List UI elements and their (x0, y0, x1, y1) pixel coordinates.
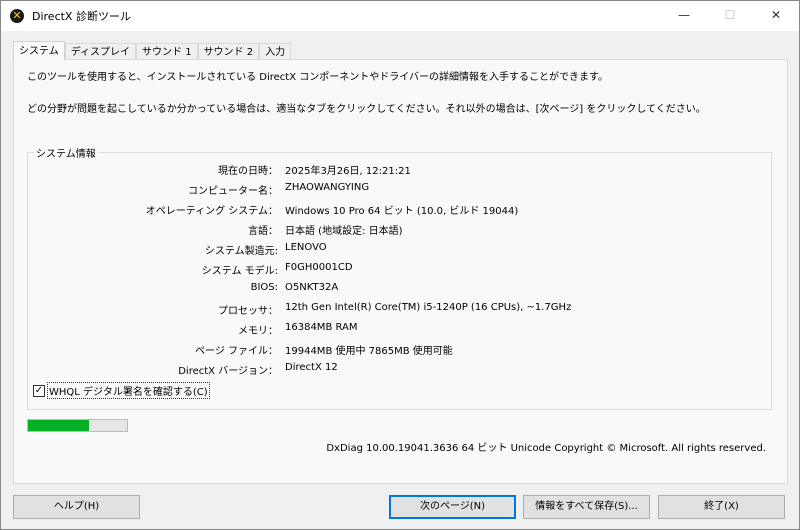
info-row: 言語： 日本語 (地域設定: 日本語) (28, 222, 773, 238)
info-label: DirectX バージョン： (178, 366, 278, 377)
info-value: F0GH0001CD (285, 262, 353, 273)
info-row: プロセッサ： 12th Gen Intel(R) Core(TM) i5-1240… (28, 302, 773, 318)
info-label: オペレーティング システム： (145, 206, 278, 217)
intro-text-1: このツールを使用すると、インストールされている DirectX コンポーネントや… (27, 72, 609, 83)
tab-display[interactable]: ディスプレイ (64, 43, 137, 60)
info-label: システム モデル: (201, 266, 278, 277)
info-label: BIOS: (250, 282, 278, 293)
tab-sound-1[interactable]: サウンド 1 (136, 43, 198, 60)
close-button[interactable]: ✕ (753, 1, 799, 31)
info-label: プロセッサ： (218, 306, 278, 317)
info-row: ページ ファイル： 19944MB 使用中 7865MB 使用可能 (28, 342, 773, 358)
info-value: LENOVO (285, 242, 327, 253)
help-button[interactable]: ヘルプ(H) (13, 495, 140, 519)
info-label: 言語： (248, 226, 278, 237)
maximize-button[interactable]: ☐ (707, 1, 753, 31)
tab-input[interactable]: 入力 (259, 43, 292, 60)
info-value: 日本語 (地域設定: 日本語) (285, 226, 403, 237)
title-bar: ✕ DirectX 診断ツール — ☐ ✕ (1, 1, 799, 31)
save-all-info-button[interactable]: 情報をすべて保存(S)... (523, 495, 650, 519)
whql-checkbox[interactable]: ✓ WHQL デジタル署名を確認する(C) (33, 382, 210, 399)
tab-system[interactable]: システム (13, 41, 65, 60)
system-tab-panel: このツールを使用すると、インストールされている DirectX コンポーネントや… (13, 59, 788, 484)
info-value: 12th Gen Intel(R) Core(TM) i5-1240P (16 … (285, 302, 572, 313)
info-row: システム モデル: F0GH0001CD (28, 262, 773, 278)
info-row: コンピューター名： ZHAOWANGYING (28, 182, 773, 198)
info-row: システム製造元: LENOVO (28, 242, 773, 258)
info-value: 2025年3月26日, 12:21:21 (285, 166, 411, 177)
intro-text-2: どの分野が問題を起こしているか分かっている場合は、適当なタブをクリックしてくださ… (27, 104, 706, 115)
info-row: オペレーティング システム： Windows 10 Pro 64 ビット (10.… (28, 202, 773, 218)
copyright-text: DxDiag 10.00.19041.3636 64 ビット Unicode C… (326, 443, 766, 454)
info-label: 現在の日時： (218, 166, 278, 177)
minimize-button[interactable]: — (661, 1, 707, 31)
info-row: DirectX バージョン： DirectX 12 (28, 362, 773, 378)
tab-bar: システム ディスプレイ サウンド 1 サウンド 2 入力 (13, 41, 292, 60)
group-title: システム情報 (34, 145, 98, 160)
info-label: システム製造元: (204, 246, 278, 257)
checkbox-check-icon[interactable]: ✓ (33, 384, 45, 397)
info-row: メモリ： 16384MB RAM (28, 322, 773, 338)
info-value: ZHAOWANGYING (285, 182, 370, 193)
info-label: ページ ファイル： (195, 346, 278, 357)
whql-label[interactable]: WHQL デジタル署名を確認する(C) (47, 382, 210, 399)
info-value: Windows 10 Pro 64 ビット (10.0, ビルド 19044) (285, 206, 519, 217)
info-row: BIOS: O5NKT32A (28, 282, 773, 298)
exit-button[interactable]: 終了(X) (658, 495, 785, 519)
info-row: 現在の日時： 2025年3月26日, 12:21:21 (28, 162, 773, 178)
info-label: メモリ： (238, 326, 278, 337)
tab-sound-2[interactable]: サウンド 2 (197, 43, 260, 60)
info-label: コンピューター名： (188, 186, 278, 197)
info-value: 16384MB RAM (285, 322, 358, 333)
info-value: O5NKT32A (285, 282, 339, 293)
progress-bar (27, 419, 128, 432)
progress-fill (28, 420, 90, 431)
next-page-button[interactable]: 次のページ(N) (389, 495, 516, 519)
window-title: DirectX 診断ツール (32, 10, 131, 23)
directx-app-icon: ✕ (10, 9, 24, 23)
info-value: DirectX 12 (285, 362, 338, 373)
system-info-group: システム情報 現在の日時： 2025年3月26日, 12:21:21 コンピューター… (27, 145, 773, 410)
info-value: 19944MB 使用中 7865MB 使用可能 (285, 346, 453, 357)
